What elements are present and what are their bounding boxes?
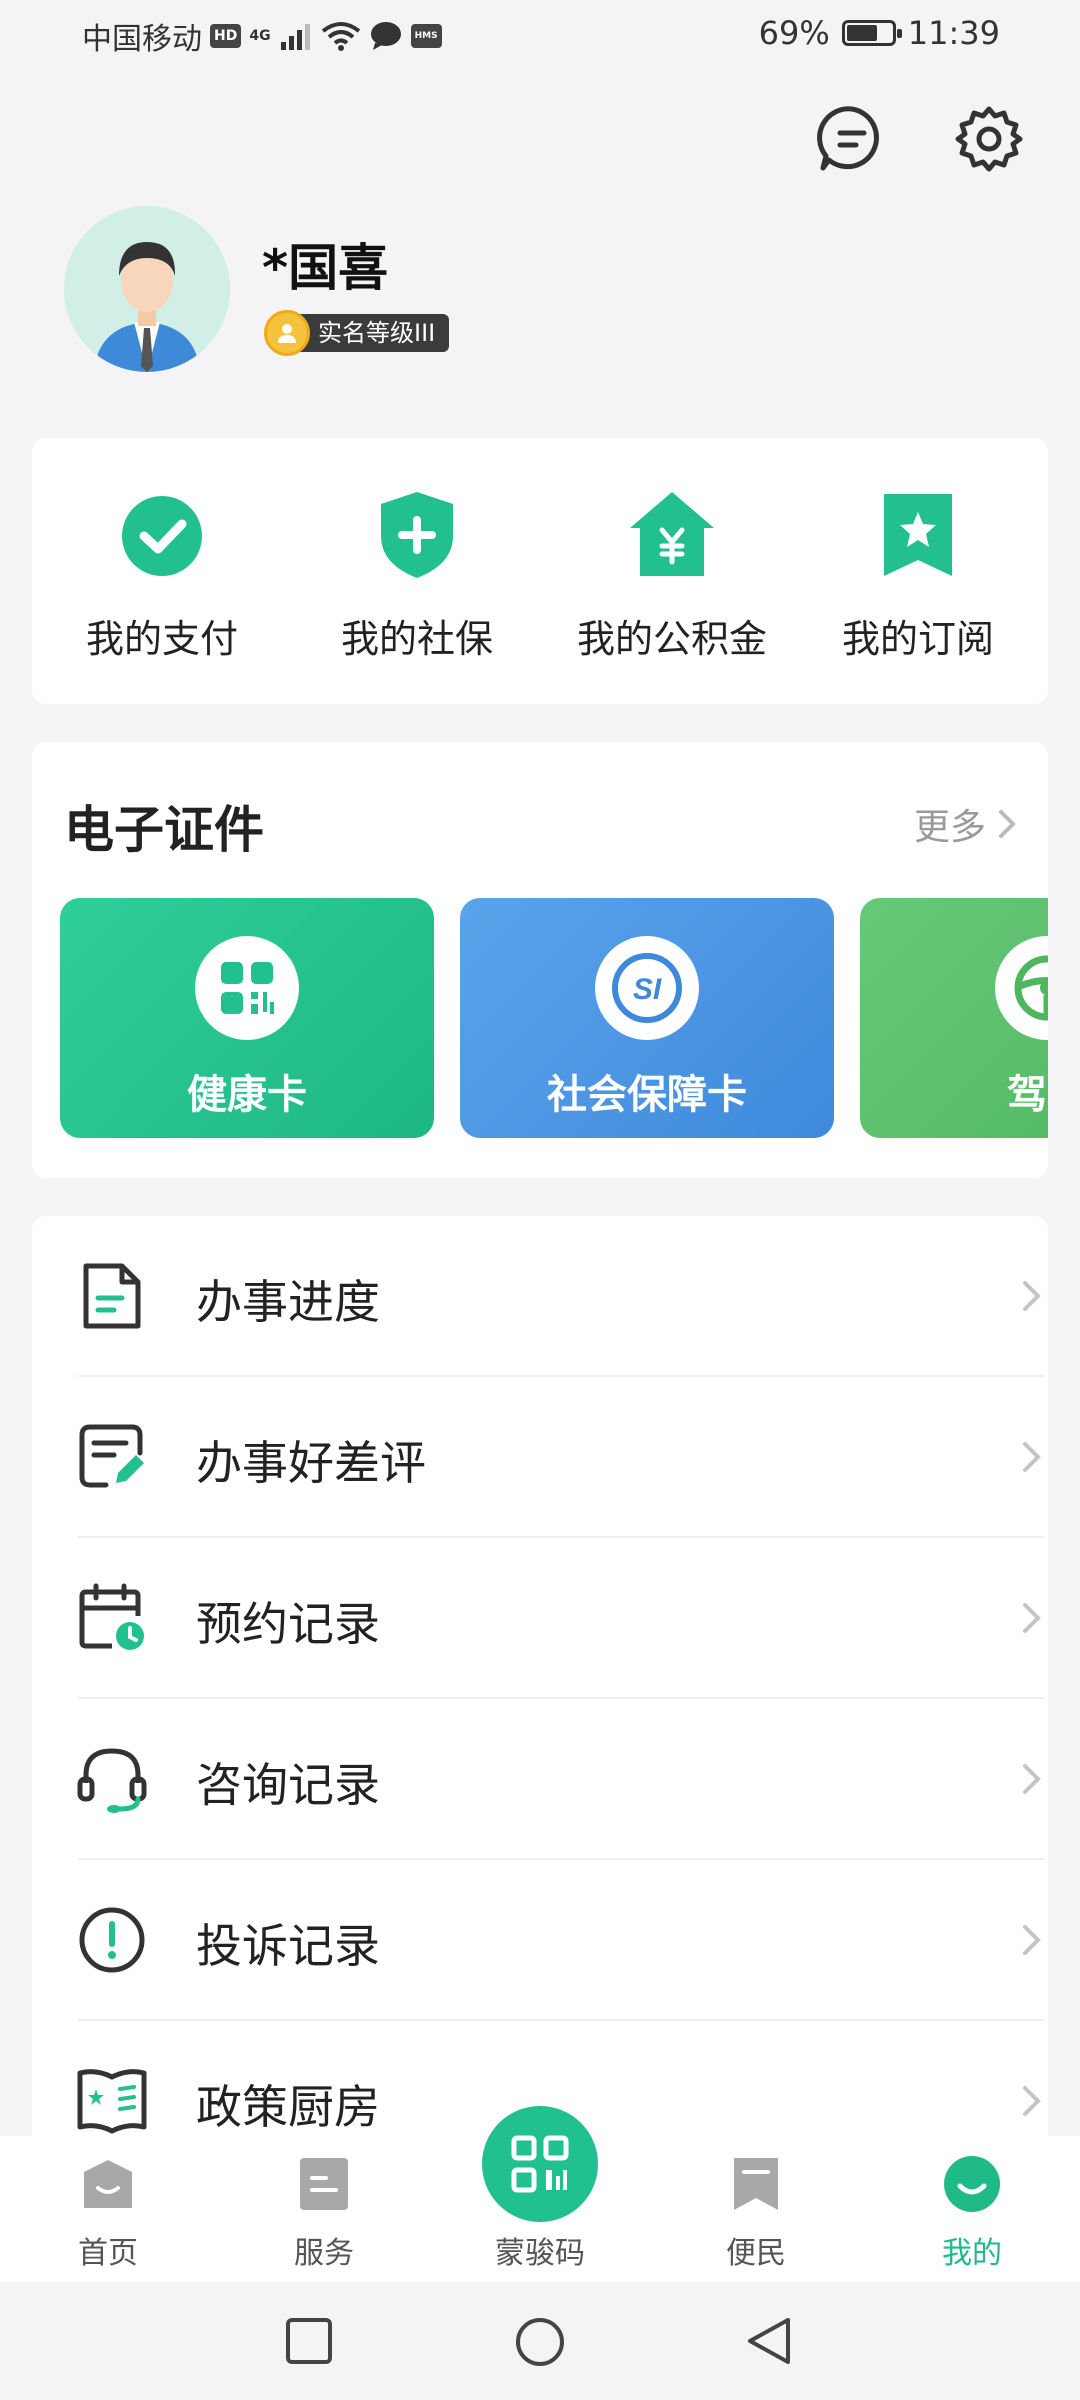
- quick-action-label: 我的支付: [85, 617, 238, 661]
- menu-item-consultations[interactable]: 咨询记录: [32, 1699, 1048, 1860]
- bottom-nav: 首页 服务 蒙骏码 便民 我的: [0, 2106, 1080, 2282]
- chevron-right-icon: [1023, 2086, 1041, 2116]
- settings-icon[interactable]: [954, 104, 1024, 174]
- check-icon: [122, 496, 202, 576]
- shield-plus-icon: [381, 492, 453, 578]
- recent-apps-icon[interactable]: [284, 2316, 334, 2366]
- health-card[interactable]: 健康卡: [60, 898, 434, 1138]
- service-icon: [300, 2158, 348, 2210]
- document-icon: [83, 1263, 141, 1329]
- user-name: *国喜: [262, 239, 389, 297]
- signal-icon: [280, 24, 310, 50]
- menu-item-label: 办事好差评: [196, 1436, 426, 1490]
- chevron-right-icon: [999, 810, 1016, 838]
- avatar[interactable]: [64, 206, 230, 372]
- nav-services[interactable]: 服务: [216, 2136, 432, 2282]
- chevron-right-icon: [1023, 1764, 1041, 1794]
- chat-notification-icon: [370, 22, 401, 50]
- menu-item-appointments[interactable]: 预约记录: [32, 1538, 1048, 1699]
- user-badge-icon: [264, 310, 310, 356]
- status-right: 69% 11:39: [759, 14, 1000, 52]
- social-security-card[interactable]: SI 社会保障卡: [460, 898, 834, 1138]
- clock: 11:39: [907, 14, 1000, 52]
- health-card-label: 健康卡: [187, 1072, 307, 1118]
- e-certificates-card: 电子证件 更多 健康卡 SI 社会保障卡 驾: [32, 742, 1048, 1178]
- scan-code-icon: [482, 2106, 598, 2222]
- menu-item-complaints[interactable]: 投诉记录: [32, 1860, 1048, 2021]
- review-edit-icon: [79, 1424, 144, 1488]
- nav-mine[interactable]: 我的: [864, 2136, 1080, 2282]
- nav-label: 蒙骏码: [495, 2236, 585, 2271]
- home-icon: [84, 2160, 132, 2208]
- home-circle-icon[interactable]: [514, 2316, 566, 2368]
- qr-code-icon: [195, 936, 299, 1040]
- nav-label: 便民: [726, 2236, 786, 2271]
- menu-item-label: 投诉记录: [196, 1919, 380, 1973]
- battery-icon: [841, 20, 902, 46]
- quick-action-housing-fund[interactable]: 我的公积金: [542, 438, 802, 663]
- alert-circle-icon: [79, 1907, 145, 1973]
- quick-action-subscription[interactable]: 我的订阅: [788, 438, 1048, 663]
- profile-icon: [944, 2156, 1000, 2212]
- driver-license-card-label: 驾驶: [1007, 1072, 1048, 1118]
- nav-convenience[interactable]: 便民: [648, 2136, 864, 2282]
- status-bar: 中国移动 HD 4G HMS 69% 11:39: [0, 0, 1080, 72]
- network-type: 4G: [249, 28, 271, 44]
- message-icon[interactable]: [817, 104, 887, 174]
- quick-action-label: 我的公积金: [576, 617, 767, 661]
- chevron-right-icon: [1023, 1925, 1041, 1955]
- system-navigation-bar: [0, 2282, 1080, 2400]
- back-icon[interactable]: [744, 2316, 794, 2366]
- menu-item-label: 办事进度: [196, 1275, 380, 1329]
- quick-actions-card: 我的支付 我的社保 我的公积金 我的订阅: [32, 438, 1048, 704]
- quick-action-label: 我的订阅: [841, 617, 994, 661]
- chevron-right-icon: [1023, 1442, 1041, 1472]
- bookmark-star-icon: [884, 494, 952, 576]
- social-security-card-label: 社会保障卡: [547, 1072, 747, 1118]
- policy-book-icon: [77, 2069, 147, 2134]
- more-label: 更多: [913, 807, 986, 848]
- menu-item-progress[interactable]: 办事进度: [32, 1216, 1048, 1377]
- house-yuan-icon: [630, 492, 714, 576]
- nav-label: 服务: [294, 2236, 354, 2271]
- section-title: 电子证件: [64, 801, 264, 859]
- battery-fill: [846, 25, 877, 41]
- hd-badge: HD: [210, 24, 242, 48]
- verification-level-badge[interactable]: 实名等级III: [264, 310, 450, 356]
- chevron-right-icon: [1023, 1603, 1041, 1633]
- verification-level-text: 实名等级III: [298, 314, 450, 352]
- carrier-name: 中国移动: [82, 22, 202, 57]
- hms-badge: HMS: [410, 24, 442, 48]
- si-logo-icon: SI: [595, 936, 699, 1040]
- headset-icon: [77, 1748, 147, 1813]
- menu-item-label: 政策厨房: [196, 2080, 380, 2134]
- menu-item-label: 咨询记录: [196, 1758, 380, 1812]
- chevron-right-icon: [1023, 1281, 1041, 1311]
- svg-text:SI: SI: [633, 973, 662, 1006]
- bookmark-icon: [734, 2158, 778, 2210]
- avatar-person-icon: [64, 206, 230, 372]
- menu-item-review[interactable]: 办事好差评: [32, 1377, 1048, 1538]
- quick-action-label: 我的社保: [340, 617, 493, 661]
- nav-label: 首页: [78, 2236, 138, 2271]
- menu-list-card: 办事进度 办事好差评 预约记录 咨询记录 投诉记录 政策厨房: [32, 1216, 1048, 2176]
- more-link[interactable]: 更多: [914, 798, 1016, 850]
- status-left: 中国移动 HD 4G HMS: [82, 14, 442, 58]
- wifi-icon: [321, 22, 360, 51]
- calendar-clock-icon: [79, 1583, 144, 1650]
- nav-home[interactable]: 首页: [0, 2136, 216, 2282]
- battery-percent: 69%: [758, 14, 830, 52]
- menu-item-label: 预约记录: [196, 1597, 380, 1651]
- quick-action-payment[interactable]: 我的支付: [32, 438, 292, 663]
- nav-label: 我的: [942, 2236, 1002, 2271]
- quick-action-social-insurance[interactable]: 我的社保: [287, 438, 547, 663]
- driver-license-card[interactable]: 驾驶: [860, 898, 1048, 1138]
- steering-wheel-icon: [995, 936, 1048, 1040]
- nav-scan-code[interactable]: 蒙骏码: [432, 2106, 648, 2282]
